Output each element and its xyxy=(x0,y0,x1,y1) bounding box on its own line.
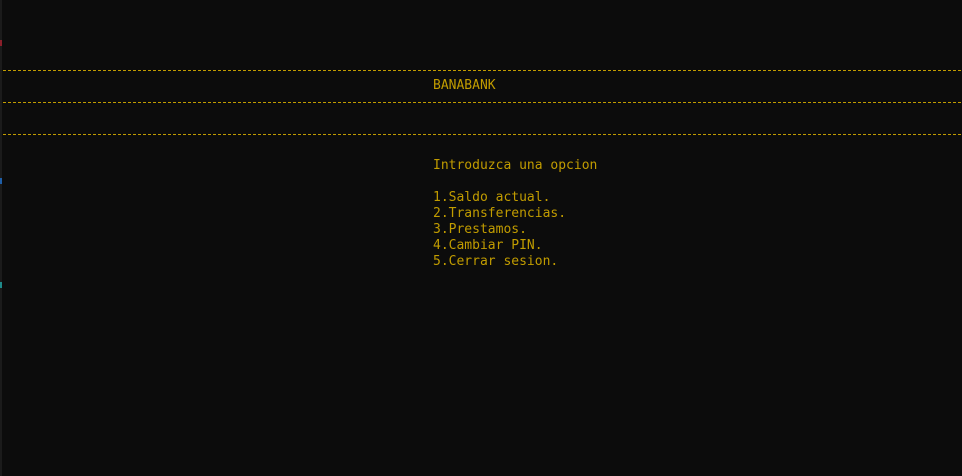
menu-option-cambiar-pin: 4.Cambiar PIN. xyxy=(433,238,543,253)
left-edge-strip xyxy=(0,0,2,476)
left-edge-marker xyxy=(0,40,2,46)
options-menu: 1.Saldo actual. 2.Transferencias. 3.Pres… xyxy=(433,190,566,270)
console-window: BANABANK Introduzca una opcion 1.Saldo a… xyxy=(0,0,962,476)
bank-title: BANABANK xyxy=(433,78,496,93)
menu-top-divider xyxy=(3,134,961,135)
header-top-divider xyxy=(3,70,961,71)
header-bottom-divider xyxy=(3,102,961,103)
menu-option-cerrar-sesion: 5.Cerrar sesion. xyxy=(433,254,559,269)
left-edge-marker xyxy=(0,282,2,288)
menu-option-prestamos: 3.Prestamos. xyxy=(433,222,527,237)
prompt-text: Introduzca una opcion xyxy=(433,158,598,173)
menu-option-saldo-actual: 1.Saldo actual. xyxy=(433,190,551,205)
menu-option-transferencias: 2.Transferencias. xyxy=(433,206,567,221)
left-edge-marker xyxy=(0,178,2,184)
